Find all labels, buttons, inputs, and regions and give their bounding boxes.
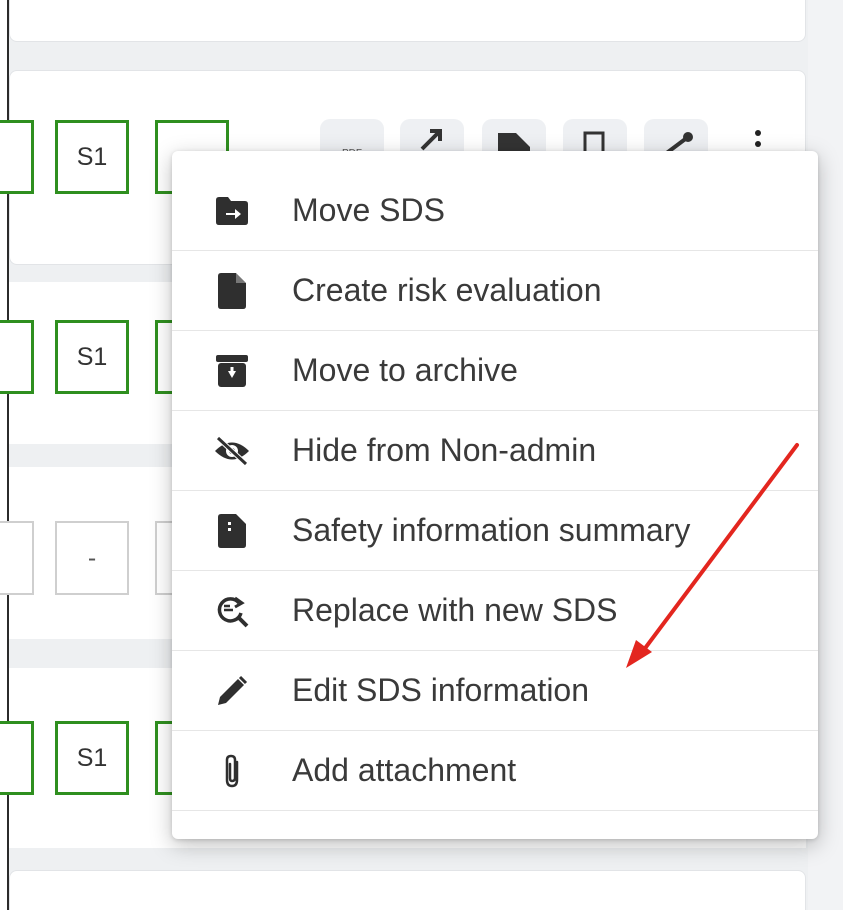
menu-item-replace-with-new-sds[interactable]: Replace with new SDS xyxy=(172,571,818,651)
menu-item-edit-sds-information[interactable]: Edit SDS information xyxy=(172,651,818,731)
menu-item-label: Edit SDS information xyxy=(292,672,590,708)
eye-slash-icon xyxy=(212,431,252,471)
list-card-top xyxy=(9,0,806,42)
menu-item-label: Move to archive xyxy=(292,352,518,388)
menu-item-label: Hide from Non-admin xyxy=(292,432,597,468)
menu-item-hide-from-non-admin[interactable]: Hide from Non-admin xyxy=(172,411,818,491)
menu-item-add-attachment[interactable]: Add attachment xyxy=(172,731,818,811)
kebab-dot-icon xyxy=(755,130,761,136)
menu-item-label: Replace with new SDS xyxy=(292,592,618,628)
kebab-dot-icon xyxy=(755,141,761,147)
menu-item-move-to-archive[interactable]: Move to archive xyxy=(172,331,818,411)
badge-partial xyxy=(0,120,34,194)
folder-move-icon xyxy=(212,191,252,231)
more-options-menu: Move SDS Create risk evaluation Move to … xyxy=(172,151,818,839)
badge-s1: S1 xyxy=(55,120,129,194)
badge-partial xyxy=(0,320,34,394)
paperclip-icon xyxy=(212,751,252,791)
badge-s1: S1 xyxy=(55,721,129,795)
badge-partial xyxy=(0,721,34,795)
archive-icon xyxy=(212,351,252,391)
menu-item-move-sds[interactable]: Move SDS xyxy=(172,171,818,251)
badge-empty: - xyxy=(55,521,129,595)
menu-item-safety-information-summary[interactable]: Safety information summary xyxy=(172,491,818,571)
replace-search-icon xyxy=(212,591,252,631)
badge-s1: S1 xyxy=(55,320,129,394)
menu-item-create-risk-evaluation[interactable]: Create risk evaluation xyxy=(172,251,818,331)
pencil-icon xyxy=(212,671,252,711)
menu-item-label: Add attachment xyxy=(292,752,517,788)
file-summary-icon xyxy=(212,511,252,551)
menu-item-label: Create risk evaluation xyxy=(292,272,602,308)
badge-partial xyxy=(0,521,34,595)
menu-item-label: Move SDS xyxy=(292,192,445,228)
document-icon xyxy=(212,271,252,311)
menu-item-label: Safety information summary xyxy=(292,512,691,548)
list-card-bottom xyxy=(9,870,806,910)
